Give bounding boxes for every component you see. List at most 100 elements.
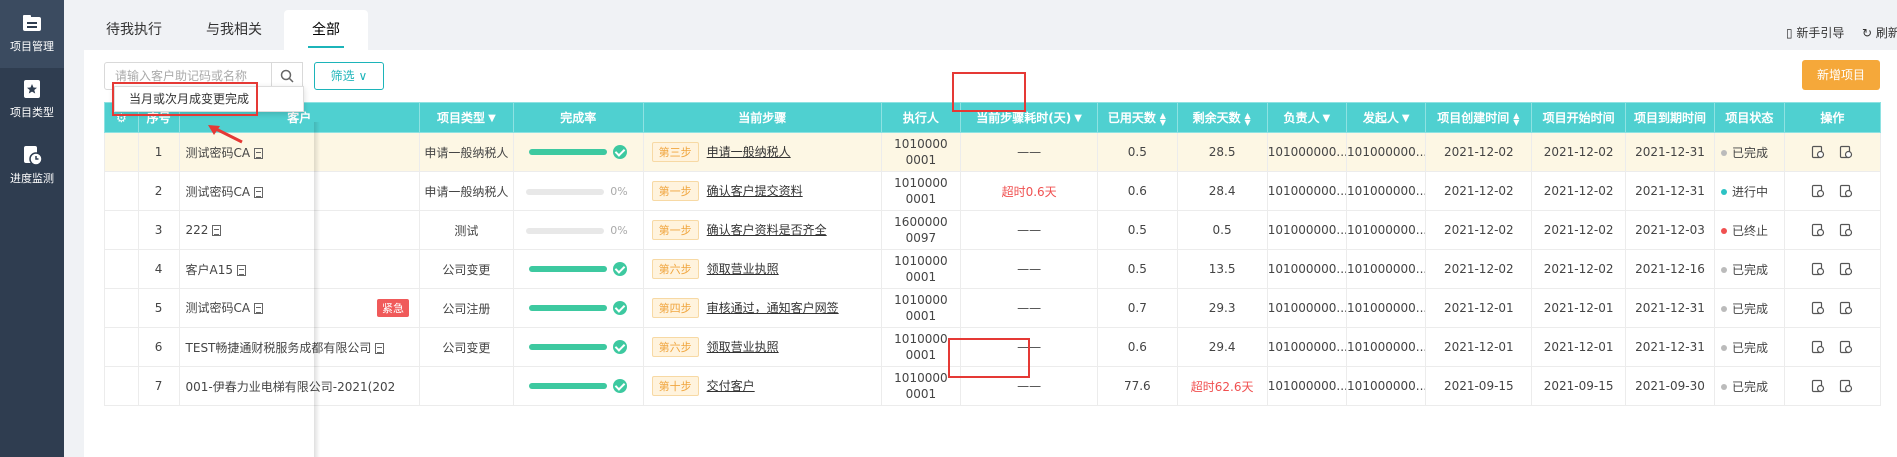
header-owner[interactable]: 负责人 ▼ <box>1266 102 1348 133</box>
used-days: 0.6 <box>1097 327 1178 367</box>
progress-icon[interactable] <box>1839 223 1853 237</box>
step-link[interactable]: 确认客户提交资料 <box>707 184 803 198</box>
document-icon[interactable] <box>237 264 247 276</box>
view-detail-icon[interactable] <box>1811 223 1825 237</box>
sidebar-item-progress-monitor[interactable]: 进度监测 <box>0 132 64 200</box>
document-icon[interactable] <box>254 186 264 198</box>
used-days: 0.5 <box>1097 249 1178 289</box>
header-used[interactable]: 已用天数 ▲ ▼ <box>1097 102 1178 133</box>
step-link[interactable]: 审核通过，通知客户网签 <box>707 301 839 315</box>
remaining-days-value: 13.5 <box>1208 262 1236 276</box>
guide-icon: ▯ <box>1786 26 1797 40</box>
client-cell[interactable]: TEST畅捷通财税服务成都有限公司 <box>178 327 421 367</box>
owner: 101000000... <box>1266 249 1348 289</box>
table-row[interactable]: 4 客户A15 公司变更 第六步 领取营业执照 10100000001 —— 0.5 13.5 1… <box>104 249 1882 289</box>
progress-percent: 0% <box>610 224 628 237</box>
client-cell[interactable]: 测试密码CA 紧急 <box>178 288 421 328</box>
progress-icon[interactable] <box>1839 340 1853 354</box>
sidebar-item-project-management[interactable]: 项目管理 <box>0 0 64 68</box>
view-detail-icon[interactable] <box>1811 301 1825 315</box>
owner: 101000000... <box>1266 132 1348 172</box>
client-cell[interactable]: 测试密码CA <box>178 171 421 211</box>
actions-cell <box>1783 327 1882 367</box>
table-row[interactable]: 3 222 测试 0% 第一步 确认客户资料是否齐全 16000000097 —— 0.5 0.5… <box>104 210 1882 250</box>
header-initiator-label: 发起人 <box>1362 111 1399 125</box>
progress-icon[interactable] <box>1839 145 1853 159</box>
client-cell[interactable]: 001-伊春力业电梯有限公司-2021(202 <box>178 366 421 406</box>
start-date: 2021-12-02 <box>1531 171 1626 211</box>
header-type[interactable]: 项目类型 ▼ <box>419 102 514 133</box>
progress-icon[interactable] <box>1839 262 1853 276</box>
new-project-button[interactable]: 新增项目 <box>1802 60 1880 90</box>
step-badge: 第三步 <box>651 142 699 162</box>
project-type: 申请一般纳税人 <box>419 171 514 211</box>
guide-link[interactable]: ▯ 新手引导 <box>1786 24 1844 41</box>
step-cell: 第十步 交付客户 <box>642 366 882 406</box>
view-detail-icon[interactable] <box>1811 145 1825 159</box>
remaining-days-value: 28.5 <box>1208 145 1236 159</box>
start-date: 2021-12-02 <box>1531 249 1626 289</box>
progress-cell <box>512 132 644 172</box>
view-detail-icon[interactable] <box>1811 340 1825 354</box>
step-link[interactable]: 领取营业执照 <box>707 262 779 276</box>
tab-related[interactable]: 与我相关 <box>184 10 284 50</box>
document-icon[interactable] <box>375 342 385 354</box>
refresh-link[interactable]: ↻ 刷新 <box>1862 24 1897 41</box>
step-elapsed: —— <box>960 249 1099 289</box>
executor: 10100000001 <box>880 132 962 172</box>
tab-my-tasks[interactable]: 待我执行 <box>84 10 184 50</box>
tab-bar: 待我执行 与我相关 全部 ▯ 新手引导 ↻ 刷新 <box>84 10 1897 50</box>
header-due: 项目到期时间 <box>1625 102 1715 133</box>
status-dot <box>1720 384 1727 390</box>
step-link[interactable]: 交付客户 <box>707 379 755 393</box>
project-type: 公司注册 <box>419 288 514 328</box>
status-dot <box>1720 228 1727 234</box>
document-icon[interactable] <box>212 225 222 236</box>
owner: 101000000... <box>1266 210 1348 250</box>
actions-cell <box>1783 288 1882 328</box>
header-created[interactable]: 项目创建时间 ▲ ▼ <box>1425 102 1533 133</box>
clock-doc-icon <box>24 146 43 166</box>
created-date: 2021-12-01 <box>1425 327 1533 367</box>
edit-icon[interactable] <box>1811 184 1825 198</box>
table-row[interactable]: 2 测试密码CA 申请一般纳税人 0% 第一步 确认客户提交资料 10100000001 超时… <box>104 171 1882 211</box>
step-link[interactable]: 确认客户资料是否齐全 <box>707 223 827 237</box>
refresh-icon: ↻ <box>1862 26 1876 40</box>
status-cell: 已完成 <box>1713 366 1785 406</box>
row-no: 4 <box>137 249 180 289</box>
header-type-label: 项目类型 <box>437 111 486 125</box>
step-link[interactable]: 申请一般纳税人 <box>707 145 791 159</box>
document-icon[interactable] <box>254 147 264 159</box>
filter-button[interactable]: 筛选 ∨ <box>314 62 384 90</box>
progress-bar <box>529 344 608 351</box>
status-dot <box>1720 267 1727 273</box>
tab-all[interactable]: 全部 <box>284 10 368 50</box>
step-link[interactable]: 领取营业执照 <box>707 340 779 354</box>
header-owner-label: 负责人 <box>1283 111 1320 125</box>
step-elapsed: —— <box>960 132 1099 172</box>
used-days: 0.6 <box>1097 171 1178 211</box>
filter-label: 筛选 <box>330 69 355 83</box>
header-initiator[interactable]: 发起人 ▼ <box>1346 102 1427 133</box>
executor-id: 10100000001 <box>894 332 948 362</box>
guide-label: 新手引导 <box>1796 26 1845 40</box>
remaining-days: 0.5 <box>1176 210 1268 250</box>
client-cell[interactable]: 客户A15 <box>178 249 421 289</box>
header-created-label: 项目创建时间 <box>1437 111 1510 125</box>
view-detail-icon[interactable] <box>1811 379 1825 393</box>
progress-icon[interactable] <box>1839 301 1853 315</box>
view-detail-icon[interactable] <box>1811 262 1825 276</box>
progress-icon[interactable] <box>1839 379 1853 393</box>
client-name: TEST畅捷通财税服务成都有限公司 <box>185 340 372 355</box>
sidebar-item-project-type[interactable]: 项目类型 <box>0 66 64 134</box>
table-row[interactable]: 1 测试密码CA 申请一般纳税人 第三步 申请一般纳税人 10100000001 —— 0.5… <box>104 132 1882 172</box>
status-cell: 已完成 <box>1713 132 1785 172</box>
client-cell[interactable]: 222 <box>178 210 421 250</box>
header-elapsed-label: 当前步骤耗时(天) <box>976 111 1072 125</box>
row-checkbox-cell <box>104 171 139 211</box>
document-icon[interactable] <box>254 303 264 314</box>
table-row[interactable]: 5 测试密码CA 紧急 公司注册 第四步 审核通过，通知客户网签 10100000001 ——… <box>104 288 1882 328</box>
remaining-days: 29.4 <box>1176 327 1268 367</box>
header-remain[interactable]: 剩余天数 ▲ ▼ <box>1176 102 1268 133</box>
progress-icon[interactable] <box>1839 184 1853 198</box>
